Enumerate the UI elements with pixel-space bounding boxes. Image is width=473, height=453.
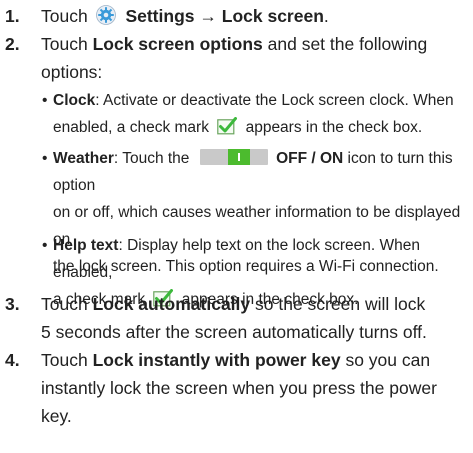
step-text-post: so you can	[345, 350, 431, 370]
lock-automatically-label: Lock automatically	[92, 294, 251, 314]
gear-icon	[95, 5, 116, 26]
bullet-label: Weather	[53, 150, 114, 167]
step-number: 2.	[5, 34, 20, 54]
step-text: Touch Lock screen options and set the fo…	[41, 30, 469, 86]
step-text-pre: Touch	[41, 6, 88, 26]
bullet-label: Clock	[53, 92, 96, 109]
bullet-label: Help text	[53, 237, 119, 254]
lock-screen-label: Lock screen	[221, 6, 324, 26]
step-text-line2: options:	[41, 62, 103, 82]
step-text: Touch Settings → Lock screen.	[41, 2, 469, 30]
lock-screen-options-label: Lock screen options	[92, 34, 263, 54]
toggle-knob	[227, 148, 250, 165]
bullet-glyph: •	[42, 150, 48, 167]
step-text-pre: Touch	[41, 294, 88, 314]
step-text-pre: Touch	[41, 350, 88, 370]
step-number: 4.	[5, 350, 20, 370]
step-text-line2: instantly lock the screen when you press…	[41, 378, 437, 398]
arrow-glyph: →	[199, 6, 217, 26]
bullet-text-line2a: enabled, a check mark	[53, 119, 209, 136]
step-text-post: so the screen will lock	[255, 294, 426, 314]
toggle-label: OFF / ON	[276, 150, 344, 167]
bullet-text: Clock: Activate or deactivate the Lock s…	[53, 87, 470, 141]
step-text: Touch Lock automatically so the screen w…	[41, 290, 469, 346]
checkbox-checked-icon	[217, 116, 238, 135]
step-text: Touch Lock instantly with power key so y…	[41, 346, 469, 430]
step-text-post: and set the following	[267, 34, 428, 54]
lock-instantly-label: Lock instantly with power key	[92, 350, 341, 370]
bullet-glyph: •	[42, 237, 48, 254]
step-text-line3: key.	[41, 406, 72, 426]
bullet-text-line2b: appears in the check box.	[245, 119, 423, 136]
toggle-switch-icon	[199, 148, 268, 165]
settings-label: Settings	[125, 6, 195, 26]
step-number: 1.	[5, 6, 20, 26]
step-text-pre: Touch	[41, 34, 88, 54]
bullet-text-line1a: : Touch the	[113, 150, 190, 167]
step-text-post: .	[323, 6, 329, 26]
bullet-glyph: •	[42, 92, 48, 109]
step-text-line2: 5 seconds after the screen automatically…	[41, 322, 427, 342]
step-number: 3.	[5, 294, 20, 314]
bullet-text-line1: : Activate or deactivate the Lock screen…	[95, 92, 454, 109]
